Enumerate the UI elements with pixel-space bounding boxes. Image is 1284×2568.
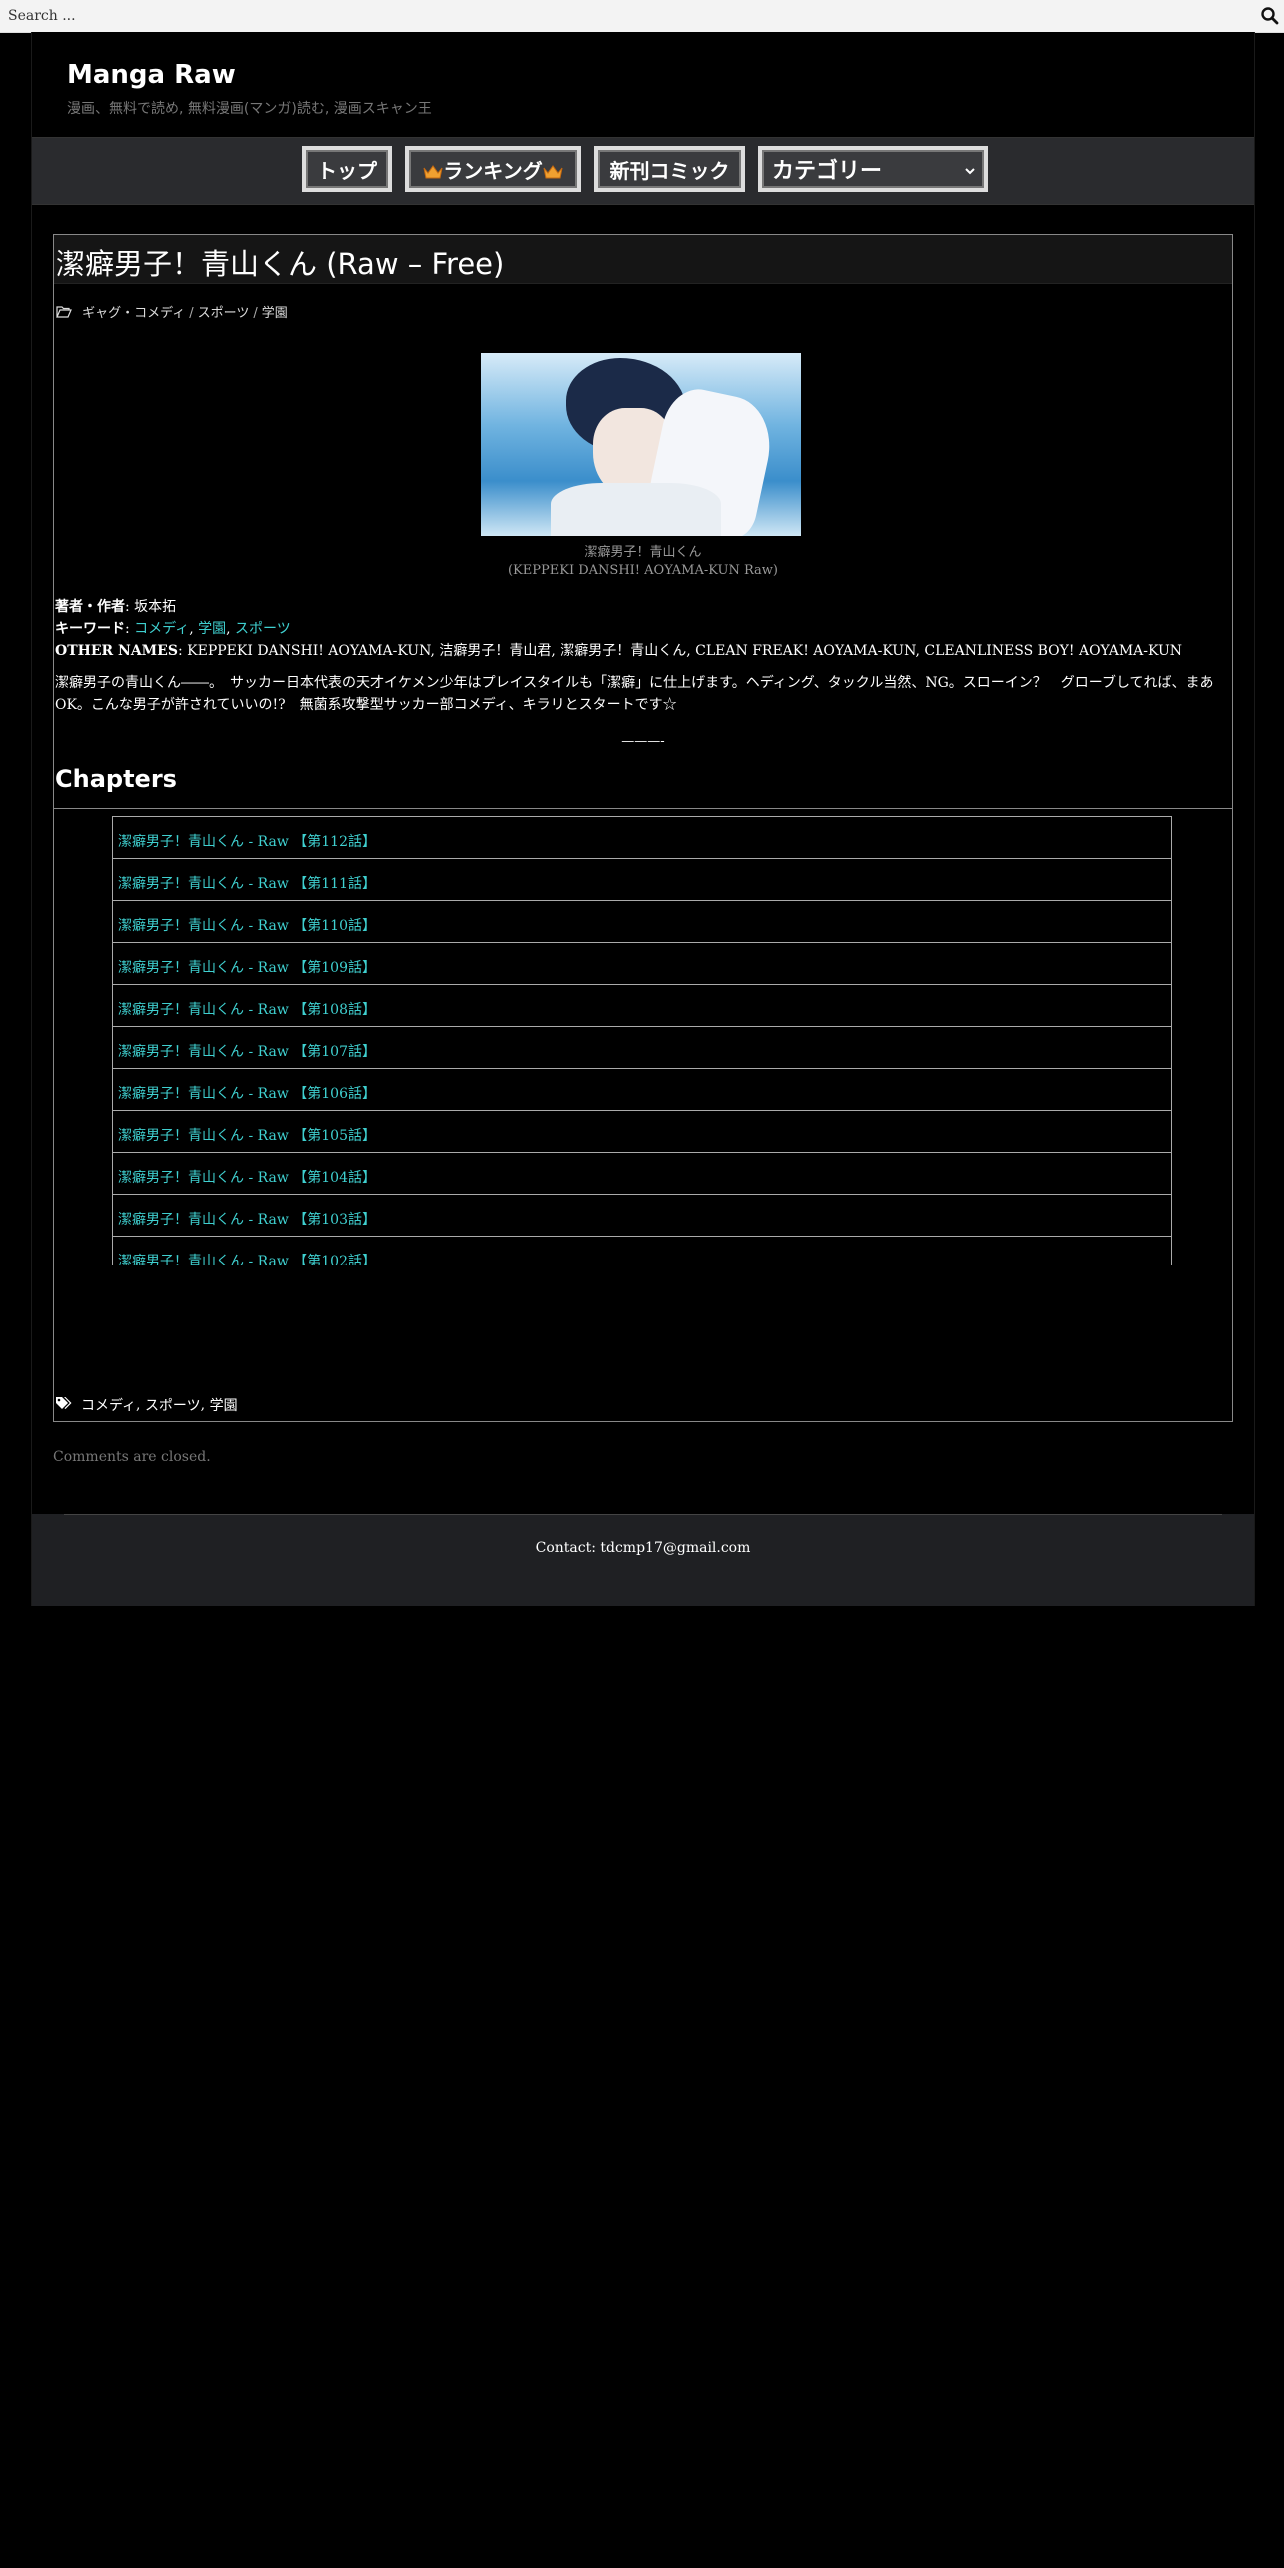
chapter-link[interactable]: 潔癖男子！青山くん - Raw 【第104話】	[118, 1167, 376, 1187]
search-bar	[0, 0, 1284, 33]
keyword-link[interactable]: コメディ	[134, 621, 189, 637]
search-input[interactable]	[0, 0, 1240, 32]
chapters-rule	[54, 808, 1232, 809]
chapter-item: 潔癖男子！青山くん - Raw 【第103話】	[112, 1194, 1172, 1236]
chapter-item: 潔癖男子！青山くん - Raw 【第112話】	[112, 816, 1172, 858]
site-branding: Manga Raw 漫画、無料で読め, 無料漫画(マンガ)読む, 漫画スキャン王	[67, 60, 432, 118]
site-title[interactable]: Manga Raw	[67, 60, 432, 90]
chapter-item: 潔癖男子！青山くん - Raw 【第102話】	[112, 1236, 1172, 1265]
chapter-item: 潔癖男子！青山くん - Raw 【第108話】	[112, 984, 1172, 1026]
keyword-link[interactable]: スポーツ	[235, 621, 291, 637]
nav-ranking-button[interactable]: ランキング	[405, 146, 581, 192]
chapter-link[interactable]: 潔癖男子！青山くん - Raw 【第109話】	[118, 957, 376, 977]
chapter-item: 潔癖男子！青山くん - Raw 【第104話】	[112, 1152, 1172, 1194]
category-select-value: カテゴリー	[772, 159, 883, 184]
tag-link[interactable]: スポーツ	[145, 1395, 201, 1415]
category-link[interactable]: ギャグ・コメディ	[82, 306, 185, 321]
folder-icon	[56, 306, 82, 321]
tags-icon	[55, 1396, 81, 1414]
page-wrapper: Manga Raw 漫画、無料で読め, 無料漫画(マンガ)読む, 漫画スキャン王…	[31, 32, 1255, 1606]
author-label: 著者・作者	[55, 599, 125, 615]
chapter-link[interactable]: 潔癖男子！青山くん - Raw 【第105話】	[118, 1125, 376, 1145]
crown-icon	[543, 161, 563, 179]
keyword-link[interactable]: 学園	[198, 621, 226, 637]
post-title: 潔癖男子！青山くん (Raw – Free)	[56, 247, 505, 281]
chapters-heading: Chapters	[55, 765, 177, 793]
post-tags: コメディ, スポーツ, 学園	[55, 1395, 238, 1415]
nav-ranking-label: ランキング	[443, 158, 543, 183]
post-categories: ギャグ・コメディ / スポーツ / 学園	[56, 302, 288, 321]
chevron-down-icon	[964, 157, 976, 182]
chapter-item: 潔癖男子！青山くん - Raw 【第111話】	[112, 858, 1172, 900]
author-value: 坂本拓	[134, 599, 177, 615]
nav-top-button[interactable]: トップ	[302, 146, 392, 192]
category-link[interactable]: スポーツ	[198, 306, 250, 321]
chapter-item: 潔癖男子！青山くん - Raw 【第107話】	[112, 1026, 1172, 1068]
main-navigation: トップ ランキング 新刊コミック カテゴリー	[32, 137, 1254, 205]
other-names-label: OTHER NAMES	[55, 643, 178, 659]
other-names-value: KEPPEKI DANSHI! AOYAMA-KUN, 洁癖男子！青山君, 潔癖…	[187, 643, 1183, 659]
tag-link[interactable]: コメディ	[81, 1395, 136, 1415]
chapter-link[interactable]: 潔癖男子！青山くん - Raw 【第103話】	[118, 1209, 376, 1229]
category-link[interactable]: 学園	[262, 306, 288, 321]
cover-caption-title: 潔癖男子！青山くん	[584, 545, 702, 560]
chapter-link[interactable]: 潔癖男子！青山くん - Raw 【第111話】	[118, 873, 376, 893]
chapter-link[interactable]: 潔癖男子！青山くん - Raw 【第107話】	[118, 1041, 376, 1061]
other-names-row: OTHER NAMES: KEPPEKI DANSHI! AOYAMA-KUN,…	[55, 643, 1183, 659]
nav-top-label: トップ	[317, 158, 377, 183]
site-footer: Contact: tdcmp17@gmail.com	[32, 1514, 1254, 1606]
chapter-item: 潔癖男子！青山くん - Raw 【第109話】	[112, 942, 1172, 984]
comments-closed-note: Comments are closed.	[53, 1449, 211, 1465]
footer-contact: Contact: tdcmp17@gmail.com	[535, 1540, 751, 1556]
category-select[interactable]: カテゴリー	[758, 146, 988, 192]
chapter-item: 潔癖男子！青山くん - Raw 【第105話】	[112, 1110, 1172, 1152]
post-content: 潔癖男子！青山くん (Raw – Free) ギャグ・コメディ / スポーツ / 学園 …	[53, 234, 1233, 1422]
post-title-bar: 潔癖男子！青山くん (Raw – Free)	[54, 235, 1232, 284]
keywords-label: キーワード	[55, 621, 125, 637]
nav-new-comics-label: 新刊コミック	[609, 158, 730, 183]
chapter-link[interactable]: 潔癖男子！青山くん - Raw 【第112話】	[118, 831, 376, 851]
chapter-item: 潔癖男子！青山くん - Raw 【第106話】	[112, 1068, 1172, 1110]
author-row: 著者・作者: 坂本拓	[55, 599, 177, 615]
cover-caption-subtitle: (KEPPEKI DANSHI! AOYAMA-KUN Raw)	[507, 563, 778, 578]
tag-link[interactable]: 学園	[210, 1395, 238, 1415]
cover-image	[481, 353, 801, 536]
synopsis: 潔癖男子の青山くん――。 サッカー日本代表の天才イケメン少年はプレイスタイルも「…	[55, 675, 1214, 713]
nav-new-comics-button[interactable]: 新刊コミック	[594, 146, 745, 192]
chapter-link[interactable]: 潔癖男子！青山くん - Raw 【第110話】	[118, 915, 376, 935]
crown-icon	[423, 161, 443, 179]
chapter-list[interactable]: 潔癖男子！青山くん - Raw 【第112話】 潔癖男子！青山くん - Raw …	[112, 816, 1172, 1265]
chapter-link[interactable]: 潔癖男子！青山くん - Raw 【第106話】	[118, 1083, 376, 1103]
keywords-row: キーワード: コメディ, 学園, スポーツ	[55, 621, 291, 637]
chapter-item: 潔癖男子！青山くん - Raw 【第110話】	[112, 900, 1172, 942]
chapter-link[interactable]: 潔癖男子！青山くん - Raw 【第102話】	[118, 1251, 376, 1265]
chapter-link[interactable]: 潔癖男子！青山くん - Raw 【第108話】	[118, 999, 376, 1019]
site-description: 漫画、無料で読め, 無料漫画(マンガ)読む, 漫画スキャン王	[67, 101, 432, 117]
footer-rule	[64, 1514, 1222, 1515]
search-icon[interactable]	[1260, 6, 1280, 26]
divider: ———-	[621, 734, 665, 749]
post-meta: 著者・作者: 坂本拓 キーワード: コメディ, 学園, スポーツ OTHER N…	[55, 596, 1182, 662]
